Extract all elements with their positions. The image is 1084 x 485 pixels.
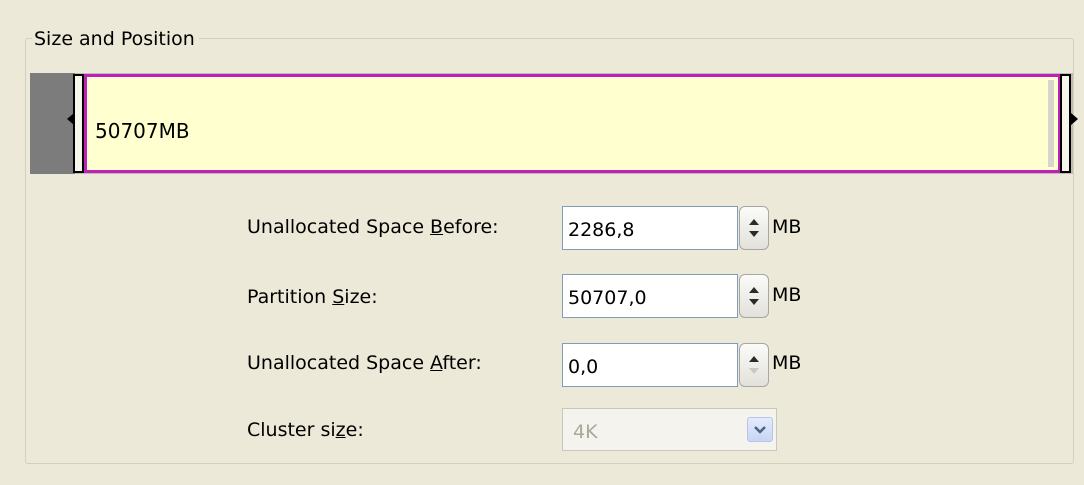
unallocated-after-label: Unallocated Space After: — [247, 352, 482, 374]
chevron-down-icon — [754, 426, 766, 434]
groupbox-title: Size and Position — [32, 26, 199, 52]
partition-size-field-label: Partition Size: — [247, 286, 378, 308]
unallocated-after-unit: MB — [772, 352, 802, 374]
partition-size-unit: MB — [772, 284, 802, 306]
arrow-left-icon — [67, 113, 74, 125]
spin-up-icon[interactable] — [749, 356, 759, 362]
cluster-size-select: 4K — [562, 408, 777, 451]
resize-handle-right[interactable] — [1060, 74, 1071, 173]
unallocated-before-unit: MB — [772, 216, 802, 238]
unallocated-after-input[interactable]: 0,0 — [562, 343, 738, 387]
spin-up-icon[interactable] — [749, 287, 759, 293]
unallocated-after-spinner[interactable] — [739, 343, 769, 387]
cluster-size-value: 4K — [573, 421, 598, 443]
partition-size-input[interactable]: 50707,0 — [562, 274, 738, 318]
arrow-right-icon — [1071, 113, 1078, 125]
resize-handle-left[interactable] — [73, 74, 84, 173]
unallocated-before-label: Unallocated Space Before: — [247, 216, 499, 238]
dropdown-button — [747, 417, 773, 442]
partition-inner-edge — [1048, 80, 1054, 167]
partition-size-spinner[interactable] — [739, 274, 769, 318]
spin-up-icon[interactable] — [749, 219, 759, 225]
spin-down-icon[interactable] — [749, 231, 759, 237]
spin-down-icon[interactable] — [749, 299, 759, 305]
unallocated-before-input[interactable]: 2286,8 — [562, 206, 738, 250]
partition-size-label: 50707MB — [95, 119, 190, 143]
cluster-size-label: Cluster size: — [247, 419, 364, 441]
partition-block[interactable] — [84, 74, 1061, 173]
spin-down-icon — [749, 368, 759, 374]
unallocated-before-spinner[interactable] — [739, 206, 769, 250]
